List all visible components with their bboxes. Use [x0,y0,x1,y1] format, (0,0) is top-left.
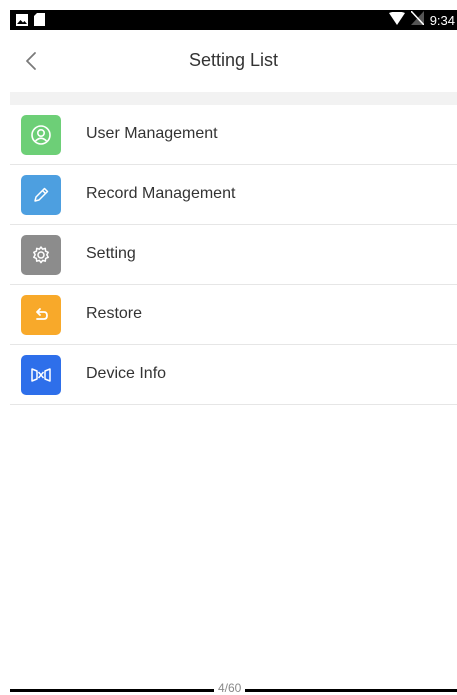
menu-item-label: Device Info [86,365,167,382]
device-info-icon [21,355,61,395]
page-title: Setting List [188,50,279,70]
menu-item-label: Restore [86,305,143,322]
no-sim-icon [410,10,425,30]
clock: 9:34 [429,13,455,28]
wifi-icon [388,11,405,30]
menu-item-user-management[interactable]: User Management [10,105,457,165]
restore-icon [21,295,61,335]
gear-icon [21,235,61,275]
title-bar: Setting List [10,30,457,92]
settings-menu: User Management Record Management Settin… [10,105,457,405]
menu-item-label: Setting [86,245,136,262]
pencil-icon [21,175,61,215]
image-icon [16,13,28,31]
status-bar: 9:34 [10,10,457,30]
status-left-icons [16,13,45,31]
menu-item-label: Record Management [86,185,236,202]
sd-card-icon [34,13,45,31]
status-right-icons: 9:34 [388,10,455,30]
menu-item-label: User Management [86,125,218,142]
user-icon [21,115,61,155]
menu-item-restore[interactable]: Restore [10,285,457,345]
menu-item-setting[interactable]: Setting [10,225,457,285]
menu-item-record-management[interactable]: Record Management [10,165,457,225]
menu-item-device-info[interactable]: Device Info [10,345,457,405]
divider [10,92,457,105]
